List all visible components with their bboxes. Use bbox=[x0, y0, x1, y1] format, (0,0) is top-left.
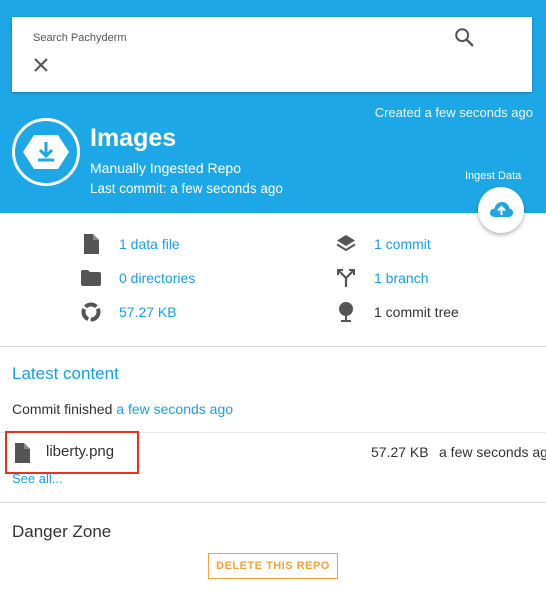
repo-header: Search Pachyderm Created a few seconds a… bbox=[0, 0, 546, 213]
ingest-data-button[interactable] bbox=[478, 187, 524, 233]
stat-commit-tree: 1 commit tree bbox=[335, 301, 459, 323]
size-link[interactable]: 57.27 KB bbox=[119, 304, 177, 320]
commit-time-link[interactable]: a few seconds ago bbox=[116, 401, 233, 417]
folder-icon bbox=[80, 267, 102, 289]
file-time: a few seconds ago bbox=[439, 444, 546, 460]
branch-icon bbox=[335, 267, 357, 289]
data-files-link[interactable]: 1 data file bbox=[119, 236, 180, 252]
file-size: 57.27 KB bbox=[371, 444, 429, 460]
repo-logo bbox=[12, 118, 80, 186]
repo-title: Images bbox=[90, 124, 177, 152]
stat-branches[interactable]: 1 branch bbox=[335, 267, 428, 289]
stat-size[interactable]: 57.27 KB bbox=[80, 301, 177, 323]
branches-link[interactable]: 1 branch bbox=[374, 270, 428, 286]
file-icon bbox=[80, 233, 102, 255]
latest-content-title: Latest content bbox=[12, 364, 119, 383]
search-icon[interactable] bbox=[453, 26, 475, 48]
layers-icon bbox=[335, 233, 357, 255]
delete-repo-button[interactable]: DELETE THIS REPO bbox=[208, 553, 338, 579]
cloud-upload-icon bbox=[489, 202, 514, 217]
commit-finished-label: Commit finished bbox=[12, 401, 113, 417]
file-name[interactable]: liberty.png bbox=[46, 443, 114, 460]
stat-data-files[interactable]: 1 data file bbox=[80, 233, 180, 255]
ingest-data-label: Ingest Data bbox=[465, 170, 522, 182]
commit-finished: Commit finished a few seconds ago bbox=[12, 401, 233, 417]
stat-directories[interactable]: 0 directories bbox=[80, 267, 195, 289]
commit-tree-label: 1 commit tree bbox=[374, 304, 459, 320]
divider bbox=[0, 346, 546, 347]
donut-chart-icon bbox=[80, 301, 102, 323]
danger-zone-title: Danger Zone bbox=[12, 522, 112, 541]
directories-link[interactable]: 0 directories bbox=[119, 270, 195, 286]
stat-commits[interactable]: 1 commit bbox=[335, 233, 431, 255]
repo-subtitle: Manually Ingested Repo bbox=[90, 160, 241, 176]
download-icon bbox=[23, 135, 69, 169]
tree-icon bbox=[335, 301, 357, 323]
search-input[interactable]: Search Pachyderm bbox=[33, 32, 127, 44]
search-box[interactable]: Search Pachyderm bbox=[12, 17, 532, 92]
close-icon[interactable] bbox=[32, 56, 50, 74]
commits-link[interactable]: 1 commit bbox=[374, 236, 431, 252]
file-icon bbox=[15, 443, 30, 463]
see-all-link[interactable]: See all... bbox=[12, 471, 63, 486]
last-commit: Last commit: a few seconds ago bbox=[90, 181, 283, 196]
created-time: Created a few seconds ago bbox=[374, 105, 533, 120]
divider bbox=[0, 502, 546, 503]
